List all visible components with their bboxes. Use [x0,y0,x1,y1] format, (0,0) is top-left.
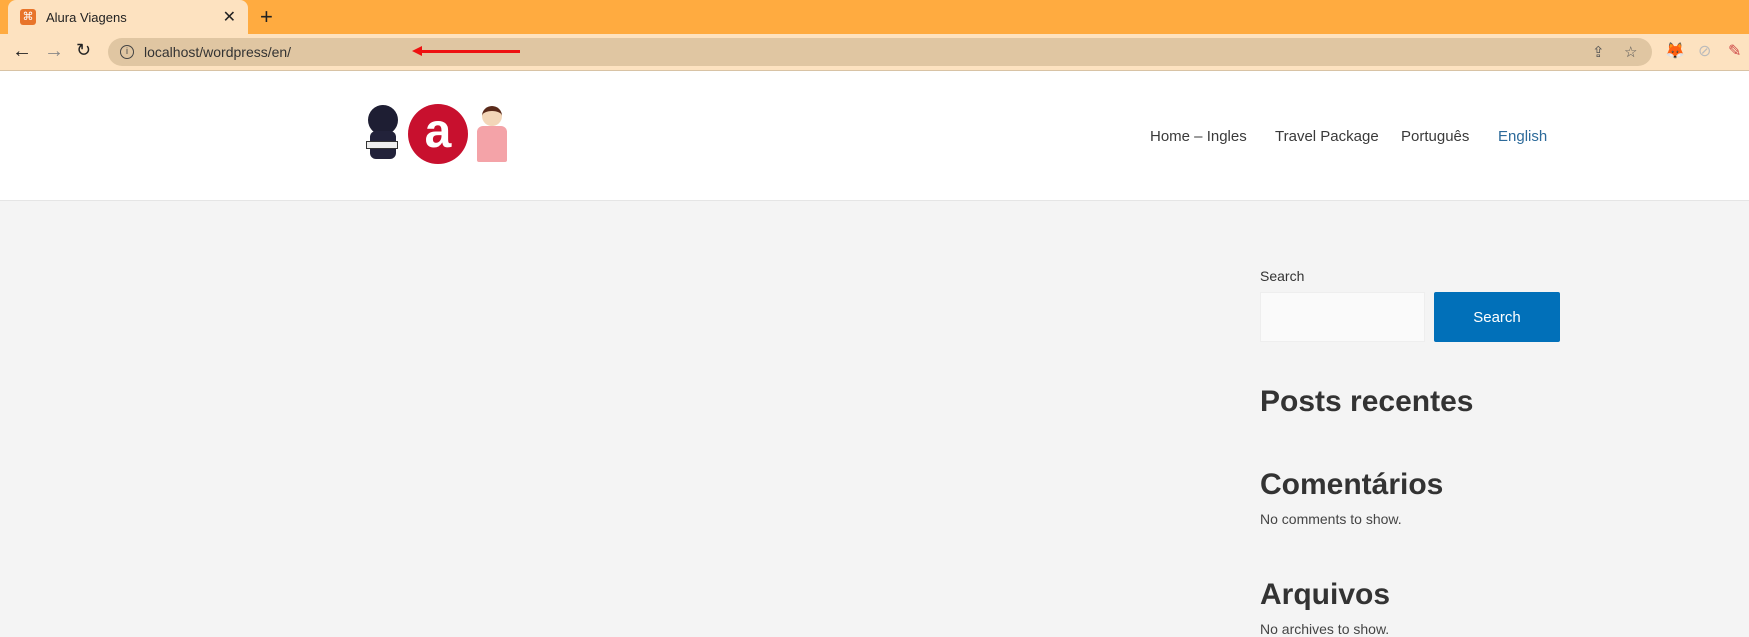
extension-icon[interactable]: ⊘ [1698,41,1711,61]
red-arrow-annotation [412,46,520,56]
close-tab-icon[interactable]: ✕ [223,7,236,27]
geisha-mascot-icon [474,104,508,164]
menu-item-home[interactable]: Home – Ingles [1150,128,1247,145]
url-text[interactable]: localhost/wordpress/en/ [144,44,291,60]
ninja-mascot-icon [362,105,402,163]
archives-empty-text: No archives to show. [1260,621,1390,637]
eyedropper-icon[interactable]: ✎ [1728,41,1741,61]
star-icon[interactable]: ☆ [1624,43,1637,61]
forward-icon[interactable]: → [44,40,64,63]
search-label: Search [1260,268,1305,284]
recent-posts-heading: Posts recentes [1260,385,1474,418]
search-button[interactable]: Search [1434,292,1560,342]
site-logo[interactable]: a [362,104,508,164]
alura-logo-icon: a [408,104,468,164]
browser-toolbar: ← → ↻ i localhost/wordpress/en/ ⇪ ☆ 🦊 ⊘ … [0,34,1749,71]
menu-item-travel-package[interactable]: Travel Package [1275,128,1379,145]
share-icon[interactable]: ⇪ [1592,43,1605,61]
comments-empty-text: No comments to show. [1260,511,1402,527]
browser-tab[interactable]: ⌘ Alura Viagens ✕ [8,0,248,34]
archives-heading: Arquivos [1260,578,1391,611]
metamask-icon[interactable]: 🦊 [1665,41,1685,61]
comments-heading: Comentários [1260,468,1444,501]
reload-icon[interactable]: ↻ [76,40,91,61]
xampp-favicon-icon: ⌘ [20,9,36,25]
site-header: a Home – Ingles Travel Package Português… [0,71,1749,201]
tab-title: Alura Viagens [46,9,127,25]
tab-strip: ⌘ Alura Viagens ✕ + [0,0,1749,34]
menu-item-portugues[interactable]: Português [1401,128,1469,145]
search-input[interactable] [1260,292,1425,342]
info-icon[interactable]: i [120,45,134,59]
address-bar[interactable]: i localhost/wordpress/en/ ⇪ ☆ [108,38,1652,66]
new-tab-button[interactable]: + [260,4,273,30]
menu-item-english[interactable]: English [1498,128,1547,145]
back-icon[interactable]: ← [12,40,32,63]
